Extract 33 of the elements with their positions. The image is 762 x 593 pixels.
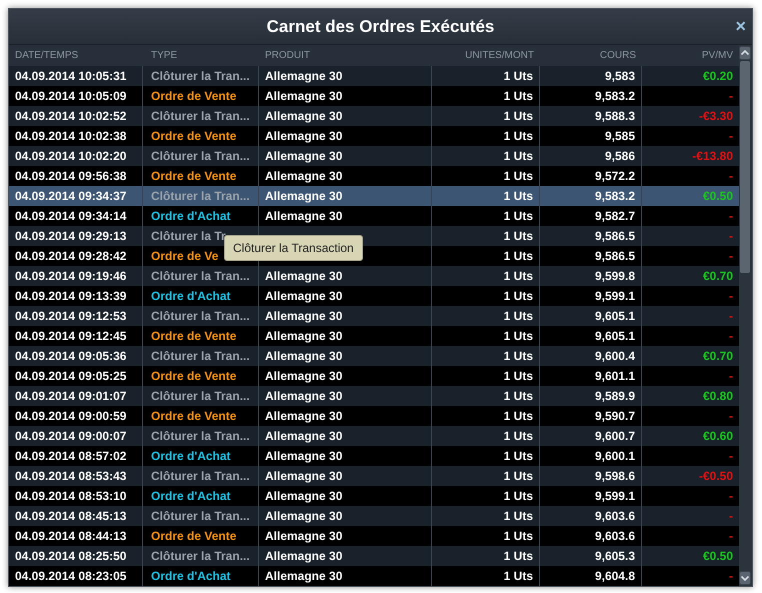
table-cell-text: -: [728, 308, 734, 325]
table-cell-text: -: [728, 228, 734, 245]
table-cell-text: -: [728, 408, 734, 425]
table-cell-text: -: [728, 528, 734, 545]
table-cell-text: -€0.50: [698, 468, 734, 485]
table-cell: 04.09.2014 08:23:05: [9, 566, 143, 586]
table-cell-text: -: [728, 568, 734, 585]
table-cell-text: €0.50: [702, 188, 734, 205]
table-cell-text: -€13.80: [691, 148, 734, 165]
table-cell-text: €0.80: [702, 388, 734, 405]
table-cell-text: €0.60: [702, 428, 734, 445]
table-cell-text: -: [728, 88, 734, 105]
table-cell-text: €0.70: [702, 348, 734, 365]
table-cell-text: €0.20: [702, 68, 734, 85]
window-title: Carnet des Ordres Exécutés: [266, 16, 494, 36]
table-cell-text: -: [728, 488, 734, 505]
table-cell: Ordre d'Achat: [143, 566, 259, 586]
table-cell-text: -: [728, 168, 734, 185]
table-cell-text: -: [728, 288, 734, 305]
table-cell-text: -: [728, 128, 734, 145]
tooltip: Clôturer la Transaction: [224, 235, 363, 261]
table-cell: Allemagne 30: [259, 566, 432, 586]
table-cell-text: €0.50: [702, 548, 734, 565]
table-cell-text: -: [728, 368, 734, 385]
table-cell: 1 Uts: [432, 566, 540, 586]
table-cell-text: -: [728, 328, 734, 345]
table-cell-text: -€3.30: [698, 108, 734, 125]
table-cell-text: -: [728, 208, 734, 225]
table-cell-text: -: [728, 508, 734, 525]
table-cell-text: -: [728, 248, 734, 265]
table-cell: 9,604.8: [540, 566, 642, 586]
table-cell-text: €0.70: [702, 268, 734, 285]
table-cell-text: -: [728, 448, 734, 465]
